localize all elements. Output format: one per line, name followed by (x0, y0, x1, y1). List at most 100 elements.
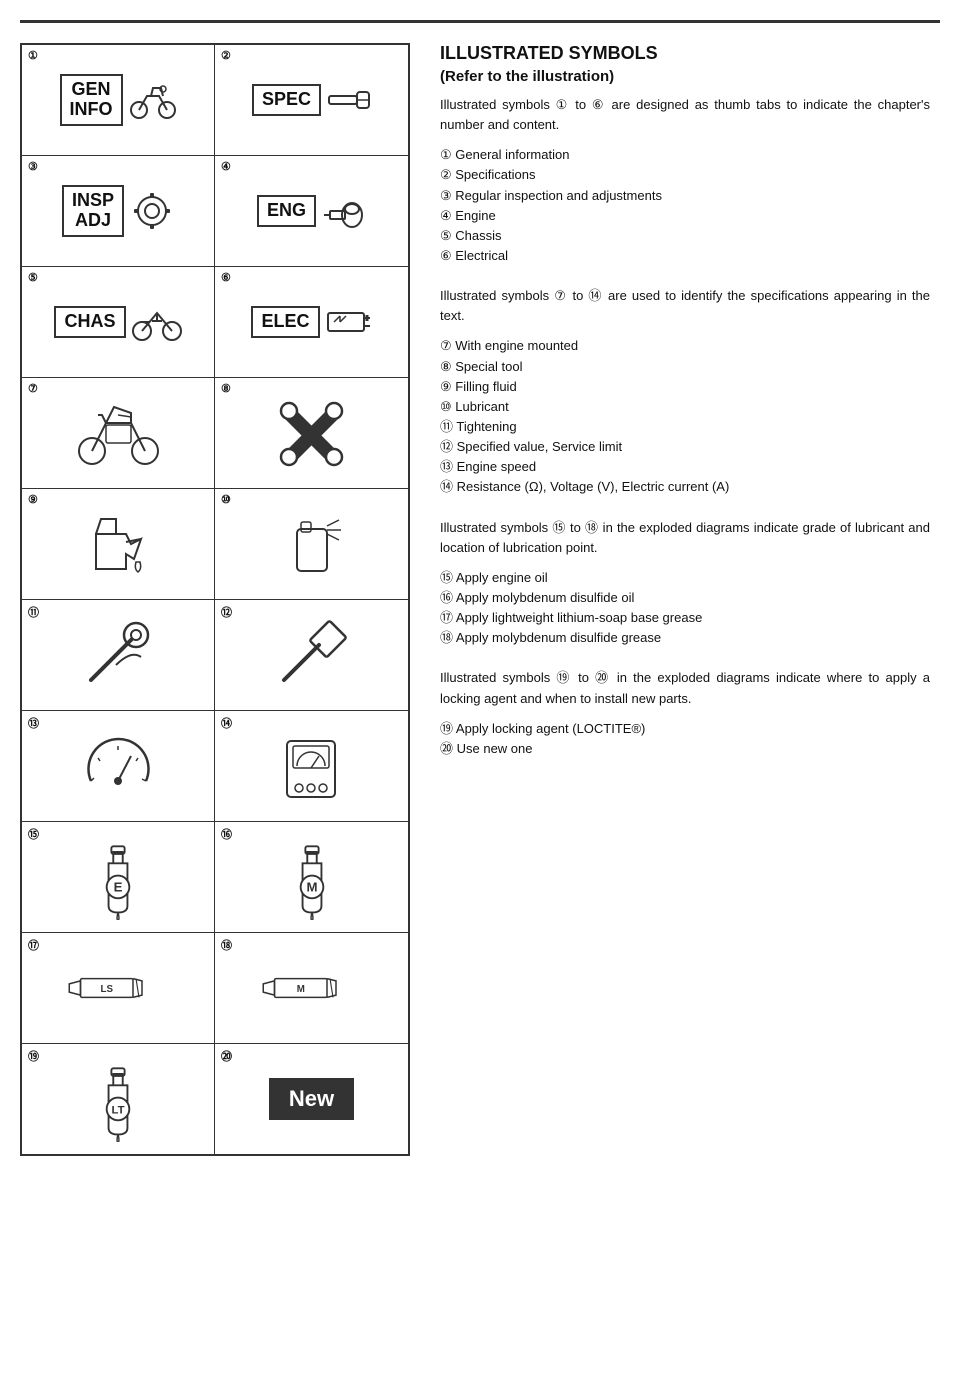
svg-text:E: E (114, 879, 123, 894)
main-title: ILLUSTRATED SYMBOLS (440, 43, 930, 64)
grid-row-3: ⑤ CHAS ⑥ (22, 267, 408, 378)
cell-18-moly-grease: ⑱ M (215, 933, 408, 1043)
cell-15-engine-oil: ⑮ E (22, 822, 215, 932)
cell-number-3: ③ (28, 160, 38, 173)
grid-row-6: ⑪ ⑫ (22, 600, 408, 711)
cell15-oil-bottle-icon: E (83, 835, 153, 920)
list-item-20: ⑳ Use new one (440, 739, 930, 759)
tab-label-chas: CHAS (54, 306, 125, 338)
cell-number-19: ⑲ (28, 1048, 39, 1064)
tab-label-eng: ENG (257, 195, 316, 227)
list-item-5: ⑤ Chassis (440, 226, 930, 246)
grid-row-10: ⑲ LT ⑳ New (22, 1044, 408, 1154)
cell-17-lithium-grease: ⑰ LS (22, 933, 215, 1043)
list-item-9: ⑨ Filling fluid (440, 377, 930, 397)
symbol-grid: ① GENINFO (20, 43, 410, 1156)
list-item-2: ② Specifications (440, 165, 930, 185)
list-item-17: ⑰ Apply lightweight lithium-soap base gr… (440, 608, 930, 628)
tab-label-insp-adj: INSPADJ (62, 185, 124, 237)
grid-row-4: ⑦ (22, 378, 408, 489)
section-4: Illustrated symbols ⑲ to ⑳ in the explod… (440, 668, 930, 759)
cell-14-resistance: ⑭ (215, 711, 408, 821)
list-item-3: ③ Regular inspection and adjustments (440, 186, 930, 206)
section-2-body: Illustrated symbols ⑦ to ⑭ are used to i… (440, 286, 930, 326)
cell-number-14: ⑭ (221, 715, 232, 731)
cell12-value-icon (269, 615, 354, 695)
cell-4-eng: ④ ENG (215, 156, 408, 266)
cell19-locking-bottle-icon: LT (83, 1057, 153, 1142)
grid-row-1: ① GENINFO (22, 45, 408, 156)
cell8-tool-icon (269, 393, 354, 473)
cell-number-17: ⑰ (28, 937, 39, 953)
cell-12-service-limit: ⑫ (215, 600, 408, 710)
cell-number-8: ⑧ (221, 382, 231, 395)
top-separator (20, 20, 940, 23)
cell-6-elec: ⑥ ELEC (215, 267, 408, 377)
cell-16-moly-oil: ⑯ M (215, 822, 408, 932)
cell-13-engine-speed: ⑬ (22, 711, 215, 821)
cell7-motorcycle-icon (76, 393, 161, 473)
list-item-16: ⑯ Apply molybdenum disulfide oil (440, 588, 930, 608)
cell-9-filling-fluid: ⑨ (22, 489, 215, 599)
section-1-body: Illustrated symbols ① to ⑥ are designed … (440, 95, 930, 135)
cell-number-15: ⑮ (28, 826, 39, 842)
cell16-oil-bottle-icon: M (277, 835, 347, 920)
tab-label-gen-info: GENINFO (60, 74, 123, 126)
cell-10-lubricant: ⑩ (215, 489, 408, 599)
new-label: New (269, 1078, 354, 1120)
list-item-8: ⑧ Special tool (440, 357, 930, 377)
cell-7-engine-mounted: ⑦ (22, 378, 215, 488)
list-item-10: ⑩ Lubricant (440, 397, 930, 417)
cell-20-new: ⑳ New (215, 1044, 408, 1154)
cell-19-locking-agent: ⑲ LT (22, 1044, 215, 1154)
section-3: Illustrated symbols ⑮ to ⑱ in the explod… (440, 518, 930, 649)
list-item-7: ⑦ With engine mounted (440, 336, 930, 356)
list-item-18: ⑱ Apply molybdenum disulfide grease (440, 628, 930, 648)
spec-icon (327, 82, 371, 118)
section-3-body: Illustrated symbols ⑮ to ⑱ in the explod… (440, 518, 930, 558)
list-item-11: ⑪ Tightening (440, 417, 930, 437)
cell-number-10: ⑩ (221, 493, 231, 506)
cell-3-insp-adj: ③ INSPADJ (22, 156, 215, 266)
cell-number-6: ⑥ (221, 271, 231, 284)
list-item-19: ⑲ Apply locking agent (LOCTITE®) (440, 719, 930, 739)
cell-number-20: ⑳ (221, 1048, 232, 1064)
grid-row-8: ⑮ E (22, 822, 408, 933)
cell-11-tightening: ⑪ (22, 600, 215, 710)
cell-number-16: ⑯ (221, 826, 232, 842)
cell-number-5: ⑤ (28, 271, 38, 284)
list-item-14: ⑭ Resistance (Ω), Voltage (V), Electric … (440, 477, 930, 497)
grid-row-9: ⑰ LS ⑱ (22, 933, 408, 1044)
motorcycle-icon-1 (129, 80, 177, 120)
right-panel: ILLUSTRATED SYMBOLS (Refer to the illust… (430, 43, 940, 1156)
list-item-12: ⑫ Specified value, Service limit (440, 437, 930, 457)
cell-number-7: ⑦ (28, 382, 38, 395)
grid-row-7: ⑬ ⑭ (22, 711, 408, 822)
chas-icon (132, 301, 182, 343)
eng-icon (322, 191, 366, 231)
cell17-grease-tube-icon: LS (58, 963, 178, 1013)
list-item-6: ⑥ Electrical (440, 246, 930, 266)
cell13-tachometer-icon (76, 726, 161, 806)
cell-number-11: ⑪ (28, 604, 39, 620)
section-2: Illustrated symbols ⑦ to ⑭ are used to i… (440, 286, 930, 497)
cell-2-spec: ② SPEC (215, 45, 408, 155)
cell-8-special-tool: ⑧ (215, 378, 408, 488)
list-item-15: ⑮ Apply engine oil (440, 568, 930, 588)
tab-label-spec: SPEC (252, 84, 321, 116)
grid-row-5: ⑨ ⑩ (22, 489, 408, 600)
cell-number-18: ⑱ (221, 937, 232, 953)
list-item-1: ① General information (440, 145, 930, 165)
svg-text:M: M (296, 984, 304, 995)
tab-label-elec: ELEC (251, 306, 319, 338)
svg-text:LT: LT (112, 1104, 125, 1116)
cell11-wrench-icon (76, 615, 161, 695)
cell14-meter-icon (269, 726, 354, 806)
cell18-grease-tube-icon: M (252, 963, 372, 1013)
list-item-4: ④ Engine (440, 206, 930, 226)
cell-number-12: ⑫ (221, 604, 232, 620)
cell9-fluid-icon (76, 504, 161, 584)
insp-icon (130, 189, 174, 233)
svg-text:M: M (306, 879, 317, 894)
elec-icon (326, 307, 372, 337)
